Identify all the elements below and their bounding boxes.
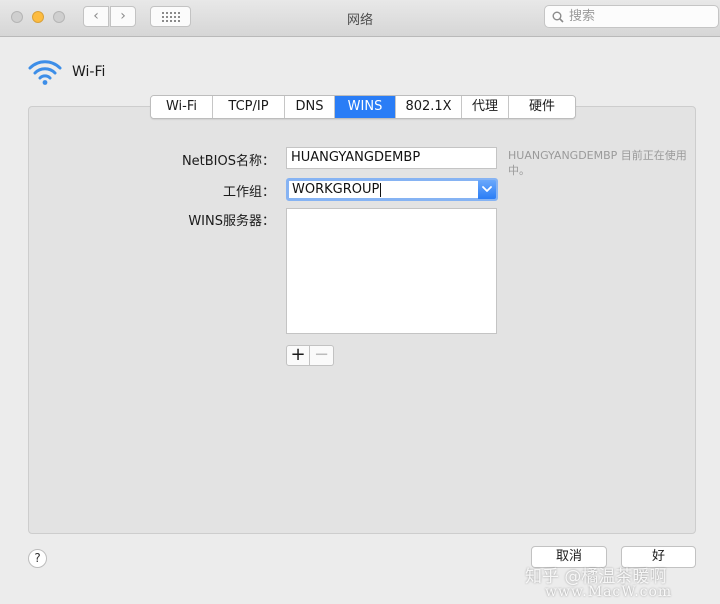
minus-icon: − [313, 344, 330, 365]
watermark-site: www.MacW.com [545, 584, 673, 600]
workgroup-dropdown-button[interactable] [478, 180, 496, 199]
netbios-hint: HUANGYANGDEMBP 目前正在使用中。 [508, 149, 687, 177]
tab-hardware[interactable]: 硬件 [509, 96, 575, 118]
workgroup-value[interactable]: WORKGROUP [292, 181, 382, 198]
netbios-name-label: NetBIOS名称： [181, 154, 275, 169]
wins-servers-label: WINS服务器： [188, 214, 275, 229]
search-field[interactable] [544, 5, 719, 28]
search-input[interactable] [569, 8, 709, 25]
tab-tcpip[interactable]: TCP/IP [213, 96, 285, 118]
wifi-icon [28, 60, 62, 85]
tab-8021x[interactable]: 802.1X [396, 96, 462, 118]
help-button[interactable]: ? [28, 549, 47, 568]
workgroup-label: 工作组： [222, 185, 275, 200]
chevron-down-icon [482, 186, 492, 192]
add-wins-server-button[interactable]: + [286, 345, 310, 366]
wins-servers-list[interactable] [286, 208, 497, 334]
remove-wins-server-button[interactable]: − [310, 345, 334, 366]
plus-icon: + [290, 344, 306, 365]
tab-wifi[interactable]: Wi-Fi [151, 96, 213, 118]
tab-bar: Wi-Fi TCP/IP DNS WINS 802.1X 代理 硬件 [150, 95, 576, 119]
netbios-name-field[interactable]: HUANGYANGDEMBP [286, 147, 497, 169]
tab-wins[interactable]: WINS [335, 96, 396, 118]
workgroup-combobox[interactable]: WORKGROUP [286, 178, 498, 201]
title-bar: ‹ › 网络 [0, 0, 720, 37]
tab-proxies[interactable]: 代理 [462, 96, 509, 118]
search-icon [552, 11, 564, 23]
question-icon: ? [34, 551, 41, 565]
tab-dns[interactable]: DNS [285, 96, 335, 118]
service-name: Wi-Fi [72, 64, 106, 80]
